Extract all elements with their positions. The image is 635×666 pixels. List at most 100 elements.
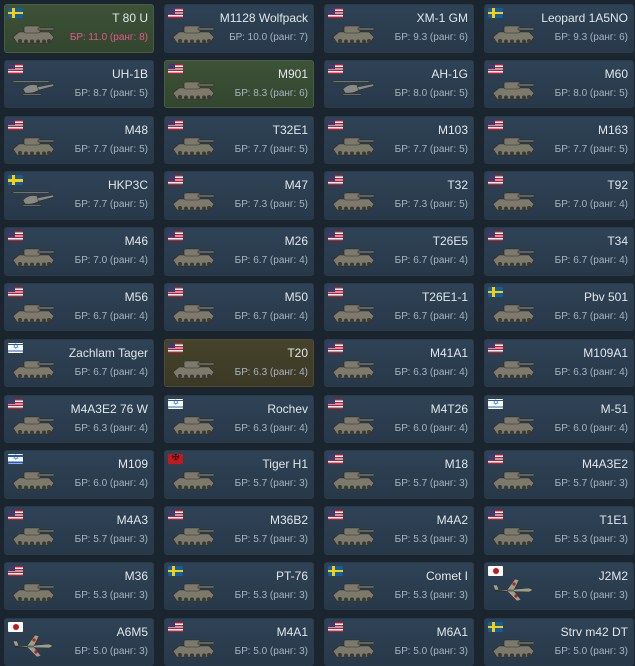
vehicle-br: БР: 5.7 (ранг: 3)	[234, 478, 308, 490]
vehicle-br: БР: 5.3 (ранг: 3)	[234, 589, 308, 601]
vehicle-card[interactable]: AH-1G БР: 8.0 (ранг: 5)	[324, 59, 474, 109]
tank-icon	[492, 137, 535, 156]
vehicle-card[interactable]: M36 БР: 5.3 (ранг: 3)	[4, 561, 154, 611]
vehicle-br: БР: 5.7 (ранг: 3)	[554, 478, 628, 490]
vehicle-br: БР: 7.0 (ранг: 4)	[74, 255, 148, 267]
vehicle-card[interactable]: M901 БР: 8.3 (ранг: 6)	[164, 59, 314, 109]
vehicle-card[interactable]: T26E5 БР: 6.7 (ранг: 4)	[324, 227, 474, 276]
vehicle-card[interactable]: T92 БР: 7.0 (ранг: 4)	[484, 171, 634, 220]
vehicle-card[interactable]: Rochev БР: 6.3 (ранг: 4)	[164, 394, 314, 444]
vehicle-card[interactable]: Zachlam Tager БР: 6.7 (ранг: 4)	[4, 338, 154, 388]
vehicle-card[interactable]: M41A1 БР: 6.3 (ранг: 4)	[324, 338, 474, 388]
vehicle-card[interactable]: M1128 Wolfpack БР: 10.0 (ранг: 7)	[164, 4, 314, 53]
vehicle-name: M4T26	[430, 401, 468, 416]
vehicle-card[interactable]: M26 БР: 6.7 (ранг: 4)	[164, 227, 314, 276]
vehicle-card[interactable]: Pbv 501 БР: 6.7 (ранг: 4)	[484, 282, 634, 332]
vehicle-card[interactable]: M6A1 БР: 5.0 (ранг: 3)	[324, 617, 474, 666]
vehicle-name: AH-1G	[431, 66, 468, 81]
vehicle-name: M-51	[600, 401, 628, 416]
vehicle-card[interactable]: M109A1 БР: 6.3 (ранг: 4)	[484, 338, 634, 388]
vehicle-name: T32E1	[272, 122, 308, 137]
vehicle-card[interactable]: M4A3E2 76 W БР: 6.3 (ранг: 4)	[4, 394, 154, 444]
tank-icon	[172, 304, 215, 323]
vehicle-name: M4A1	[276, 624, 308, 639]
vehicle-card[interactable]: J2M2 БР: 5.0 (ранг: 3)	[484, 561, 634, 611]
vehicle-br: БР: 6.7 (ранг: 4)	[554, 310, 628, 322]
vehicle-name: M41A1	[429, 345, 468, 360]
vehicle-card[interactable]: M4A3E2 БР: 5.7 (ранг: 3)	[484, 450, 634, 499]
tank-icon	[492, 81, 535, 100]
vehicle-card[interactable]: M163 БР: 7.7 (ранг: 5)	[484, 115, 634, 165]
plane-icon	[492, 578, 534, 602]
vehicle-card[interactable]: T26E1-1 БР: 6.7 (ранг: 4)	[324, 282, 474, 332]
vehicle-card[interactable]: M50 БР: 6.7 (ранг: 4)	[164, 282, 314, 332]
tank-icon	[492, 472, 535, 490]
tank-icon	[172, 25, 215, 44]
vehicle-name: M4A3E2	[581, 457, 628, 472]
vehicle-card[interactable]: PT-76 БР: 5.3 (ранг: 3)	[164, 561, 314, 611]
vehicle-name: M4A3	[116, 513, 148, 528]
vehicle-br: БР: 5.0 (ранг: 3)	[394, 645, 468, 657]
vehicle-br: БР: 5.0 (ранг: 3)	[554, 589, 628, 601]
tank-icon	[172, 360, 215, 379]
vehicle-card[interactable]: M-51 БР: 6.0 (ранг: 4)	[484, 394, 634, 444]
vehicle-card[interactable]: M103 БР: 7.7 (ранг: 5)	[324, 115, 474, 165]
vehicle-name: A6M5	[116, 624, 148, 639]
vehicle-card[interactable]: M4A1 БР: 5.0 (ранг: 3)	[164, 617, 314, 666]
vehicle-card[interactable]: M36B2 БР: 5.7 (ранг: 3)	[164, 506, 314, 555]
vehicle-name: M901	[277, 66, 308, 81]
vehicle-name: M109	[117, 457, 148, 472]
vehicle-name: Pbv 501	[583, 289, 628, 304]
vehicle-card[interactable]: A6M5 БР: 5.0 (ранг: 3)	[4, 617, 154, 666]
vehicle-name: T32	[447, 178, 468, 193]
vehicle-card[interactable]: M109 БР: 6.0 (ранг: 4)	[4, 450, 154, 499]
vehicle-name: M103	[437, 122, 468, 137]
vehicle-br: БР: 5.7 (ранг: 3)	[74, 534, 148, 546]
vehicle-card[interactable]: M4T26 БР: 6.0 (ранг: 4)	[324, 394, 474, 444]
vehicle-card[interactable]: M48 БР: 7.7 (ранг: 5)	[4, 115, 154, 165]
vehicle-br: БР: 6.3 (ранг: 4)	[234, 422, 308, 434]
vehicle-card[interactable]: T20 БР: 6.3 (ранг: 4)	[164, 338, 314, 388]
vehicle-br: БР: 6.0 (ранг: 4)	[394, 422, 468, 434]
vehicle-br: БР: 6.7 (ранг: 4)	[394, 255, 468, 267]
vehicle-card[interactable]: M56 БР: 6.7 (ранг: 4)	[4, 282, 154, 332]
vehicle-card[interactable]: Tiger H1 БР: 5.7 (ранг: 3)	[164, 450, 314, 499]
tank-icon	[172, 527, 215, 546]
vehicle-card[interactable]: HKP3C БР: 7.7 (ранг: 5)	[4, 171, 154, 220]
vehicle-card[interactable]: M4A3 БР: 5.7 (ранг: 3)	[4, 506, 154, 555]
vehicle-card[interactable]: T32 БР: 7.3 (ранг: 5)	[324, 171, 474, 220]
vehicle-card[interactable]: M18 БР: 5.7 (ранг: 3)	[324, 450, 474, 499]
vehicle-name: UH-1B	[111, 66, 148, 81]
vehicle-card[interactable]: Comet I БР: 5.3 (ранг: 3)	[324, 561, 474, 611]
vehicle-br: БР: 9.3 (ранг: 6)	[394, 32, 468, 43]
vehicle-name: M47	[284, 178, 308, 193]
vehicle-br: БР: 6.0 (ранг: 4)	[554, 422, 628, 434]
vehicle-br: БР: 6.7 (ранг: 4)	[234, 310, 308, 322]
vehicle-br: БР: 6.7 (ранг: 4)	[554, 255, 628, 267]
tank-icon	[332, 416, 375, 435]
vehicle-card[interactable]: XM-1 GM БР: 9.3 (ранг: 6)	[324, 4, 474, 53]
vehicle-card[interactable]: T32E1 БР: 7.7 (ранг: 5)	[164, 115, 314, 165]
vehicle-card[interactable]: Strv m42 DT БР: 5.0 (ранг: 3)	[484, 617, 634, 666]
tank-icon	[12, 416, 55, 435]
tank-icon	[172, 193, 215, 211]
vehicle-br: БР: 5.0 (ранг: 3)	[234, 645, 308, 657]
tank-icon	[12, 583, 55, 602]
tank-icon	[492, 527, 535, 546]
tank-icon	[332, 137, 375, 156]
vehicle-card[interactable]: M46 БР: 7.0 (ранг: 4)	[4, 227, 154, 276]
vehicle-card[interactable]: M47 БР: 7.3 (ранг: 5)	[164, 171, 314, 220]
vehicle-card[interactable]: M4A2 БР: 5.3 (ранг: 3)	[324, 506, 474, 555]
vehicle-card[interactable]: UH-1B БР: 8.7 (ранг: 5)	[4, 59, 154, 109]
tank-icon	[12, 25, 55, 44]
vehicle-card[interactable]: T34 БР: 6.7 (ранг: 4)	[484, 227, 634, 276]
vehicle-br: БР: 5.0 (ранг: 3)	[554, 645, 628, 657]
plane-icon	[12, 634, 54, 658]
vehicle-card[interactable]: Leopard 1A5NO БР: 9.3 (ранг: 6)	[484, 4, 634, 53]
vehicle-card[interactable]: M60 БР: 8.0 (ранг: 5)	[484, 59, 634, 109]
tank-icon	[332, 527, 375, 546]
vehicle-name: M46	[124, 234, 148, 249]
vehicle-name: M109A1	[583, 345, 628, 360]
vehicle-card[interactable]: T1E1 БР: 5.3 (ранг: 3)	[484, 506, 634, 555]
vehicle-card[interactable]: T 80 U БР: 11.0 (ранг: 8)	[4, 4, 154, 53]
